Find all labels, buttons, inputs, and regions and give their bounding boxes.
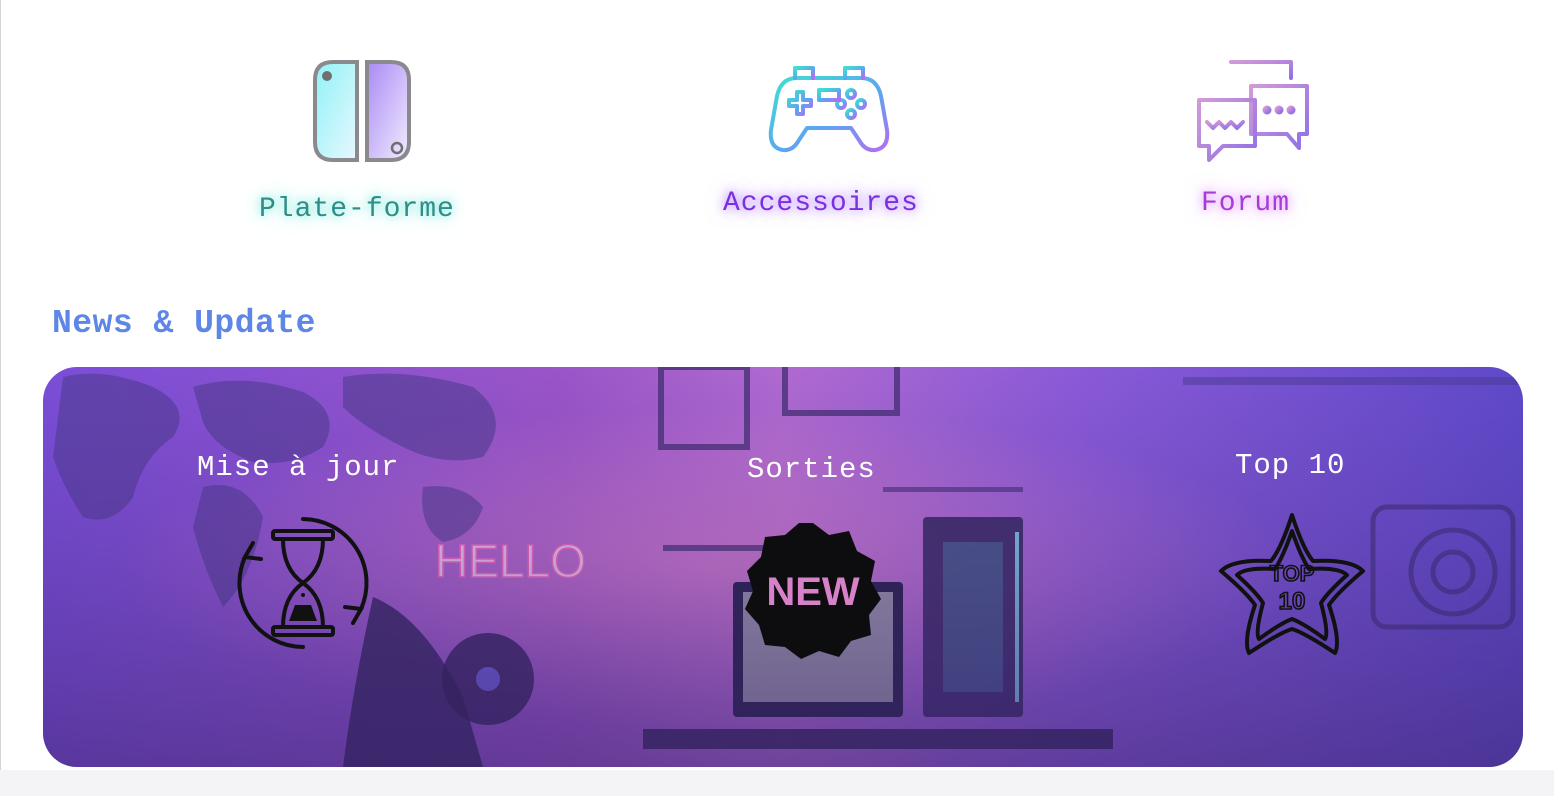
- news-item-top10[interactable]: Top 10 TOP 10: [1213, 449, 1373, 659]
- new-badge-icon: NEW: [745, 523, 881, 659]
- chat-bubbles-icon: [1197, 60, 1309, 162]
- news-item-update[interactable]: Mise à jour: [193, 449, 413, 659]
- gamepad-icon: [768, 66, 890, 153]
- new-badge-text: NEW: [766, 570, 860, 614]
- svg-text:10: 10: [1279, 588, 1306, 615]
- category-platform[interactable]: Plate-forme: [241, 56, 486, 246]
- category-accessories[interactable]: Accessoires: [701, 56, 956, 246]
- news-item-label: Mise à jour: [197, 451, 400, 484]
- news-item-releases[interactable]: Sorties NEW: [733, 449, 903, 659]
- category-label: Plate-forme: [259, 194, 455, 225]
- svg-text:TOP: TOP: [1270, 561, 1315, 586]
- news-section-title: News & Update: [52, 305, 316, 342]
- category-label: Accessoires: [723, 188, 919, 219]
- top10-star-icon: TOP 10: [1219, 513, 1365, 655]
- hourglass-refresh-icon: [237, 517, 369, 649]
- news-item-label: Sorties: [747, 453, 876, 486]
- switch-console-icon: [313, 60, 411, 162]
- news-banner: HELLO Mise à jour: [43, 367, 1523, 767]
- page: Plate-forme Accessoires Forum News & Upd…: [0, 0, 1554, 770]
- category-label: Forum: [1201, 188, 1291, 219]
- category-forum[interactable]: Forum: [1181, 56, 1331, 246]
- news-item-label: Top 10: [1235, 449, 1346, 482]
